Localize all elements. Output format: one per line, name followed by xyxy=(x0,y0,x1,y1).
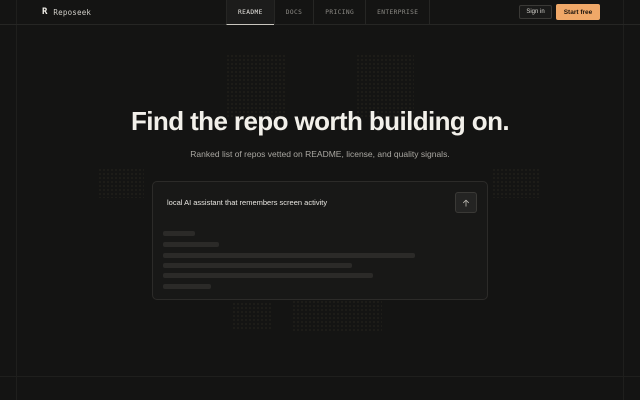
start-free-button[interactable]: Start free xyxy=(556,4,600,20)
search-card: local AI assistant that remembers screen… xyxy=(152,181,488,300)
dot-texture xyxy=(292,296,382,332)
loading-skeleton-line xyxy=(163,284,211,289)
main-nav: README DOCS PRICING ENTERPRISE xyxy=(226,0,431,25)
grid-guide xyxy=(16,0,17,400)
loading-skeleton-line xyxy=(163,242,219,247)
dot-texture xyxy=(492,168,540,198)
loading-skeleton-line xyxy=(163,231,195,236)
logo-icon: R xyxy=(42,7,48,17)
loading-skeleton-line xyxy=(163,263,352,268)
arrow-up-icon xyxy=(463,199,469,207)
search-input[interactable]: local AI assistant that remembers screen… xyxy=(167,198,327,207)
sign-in-button[interactable]: Sign in xyxy=(519,5,552,19)
tab-docs[interactable]: DOCS xyxy=(273,0,314,25)
loading-skeleton-line xyxy=(163,253,415,258)
tab-enterprise[interactable]: ENTERPRISE xyxy=(365,0,431,25)
page-title: Find the repo worth building on. xyxy=(131,106,510,136)
brand[interactable]: R Reposeek xyxy=(42,7,91,17)
loading-skeleton-line xyxy=(163,273,373,278)
dot-texture xyxy=(98,168,144,198)
brand-name: Reposeek xyxy=(53,7,92,17)
top-bar: R Reposeek README DOCS PRICING ENTERPRIS… xyxy=(0,0,640,25)
dot-texture xyxy=(232,302,272,330)
grid-guide xyxy=(623,0,624,400)
page-subtitle: Ranked list of repos vetted on README, l… xyxy=(190,149,450,159)
submit-button[interactable] xyxy=(455,192,477,213)
grid-guide xyxy=(0,376,640,377)
tab-pricing[interactable]: PRICING xyxy=(313,0,365,25)
tab-readme[interactable]: README xyxy=(226,0,274,25)
